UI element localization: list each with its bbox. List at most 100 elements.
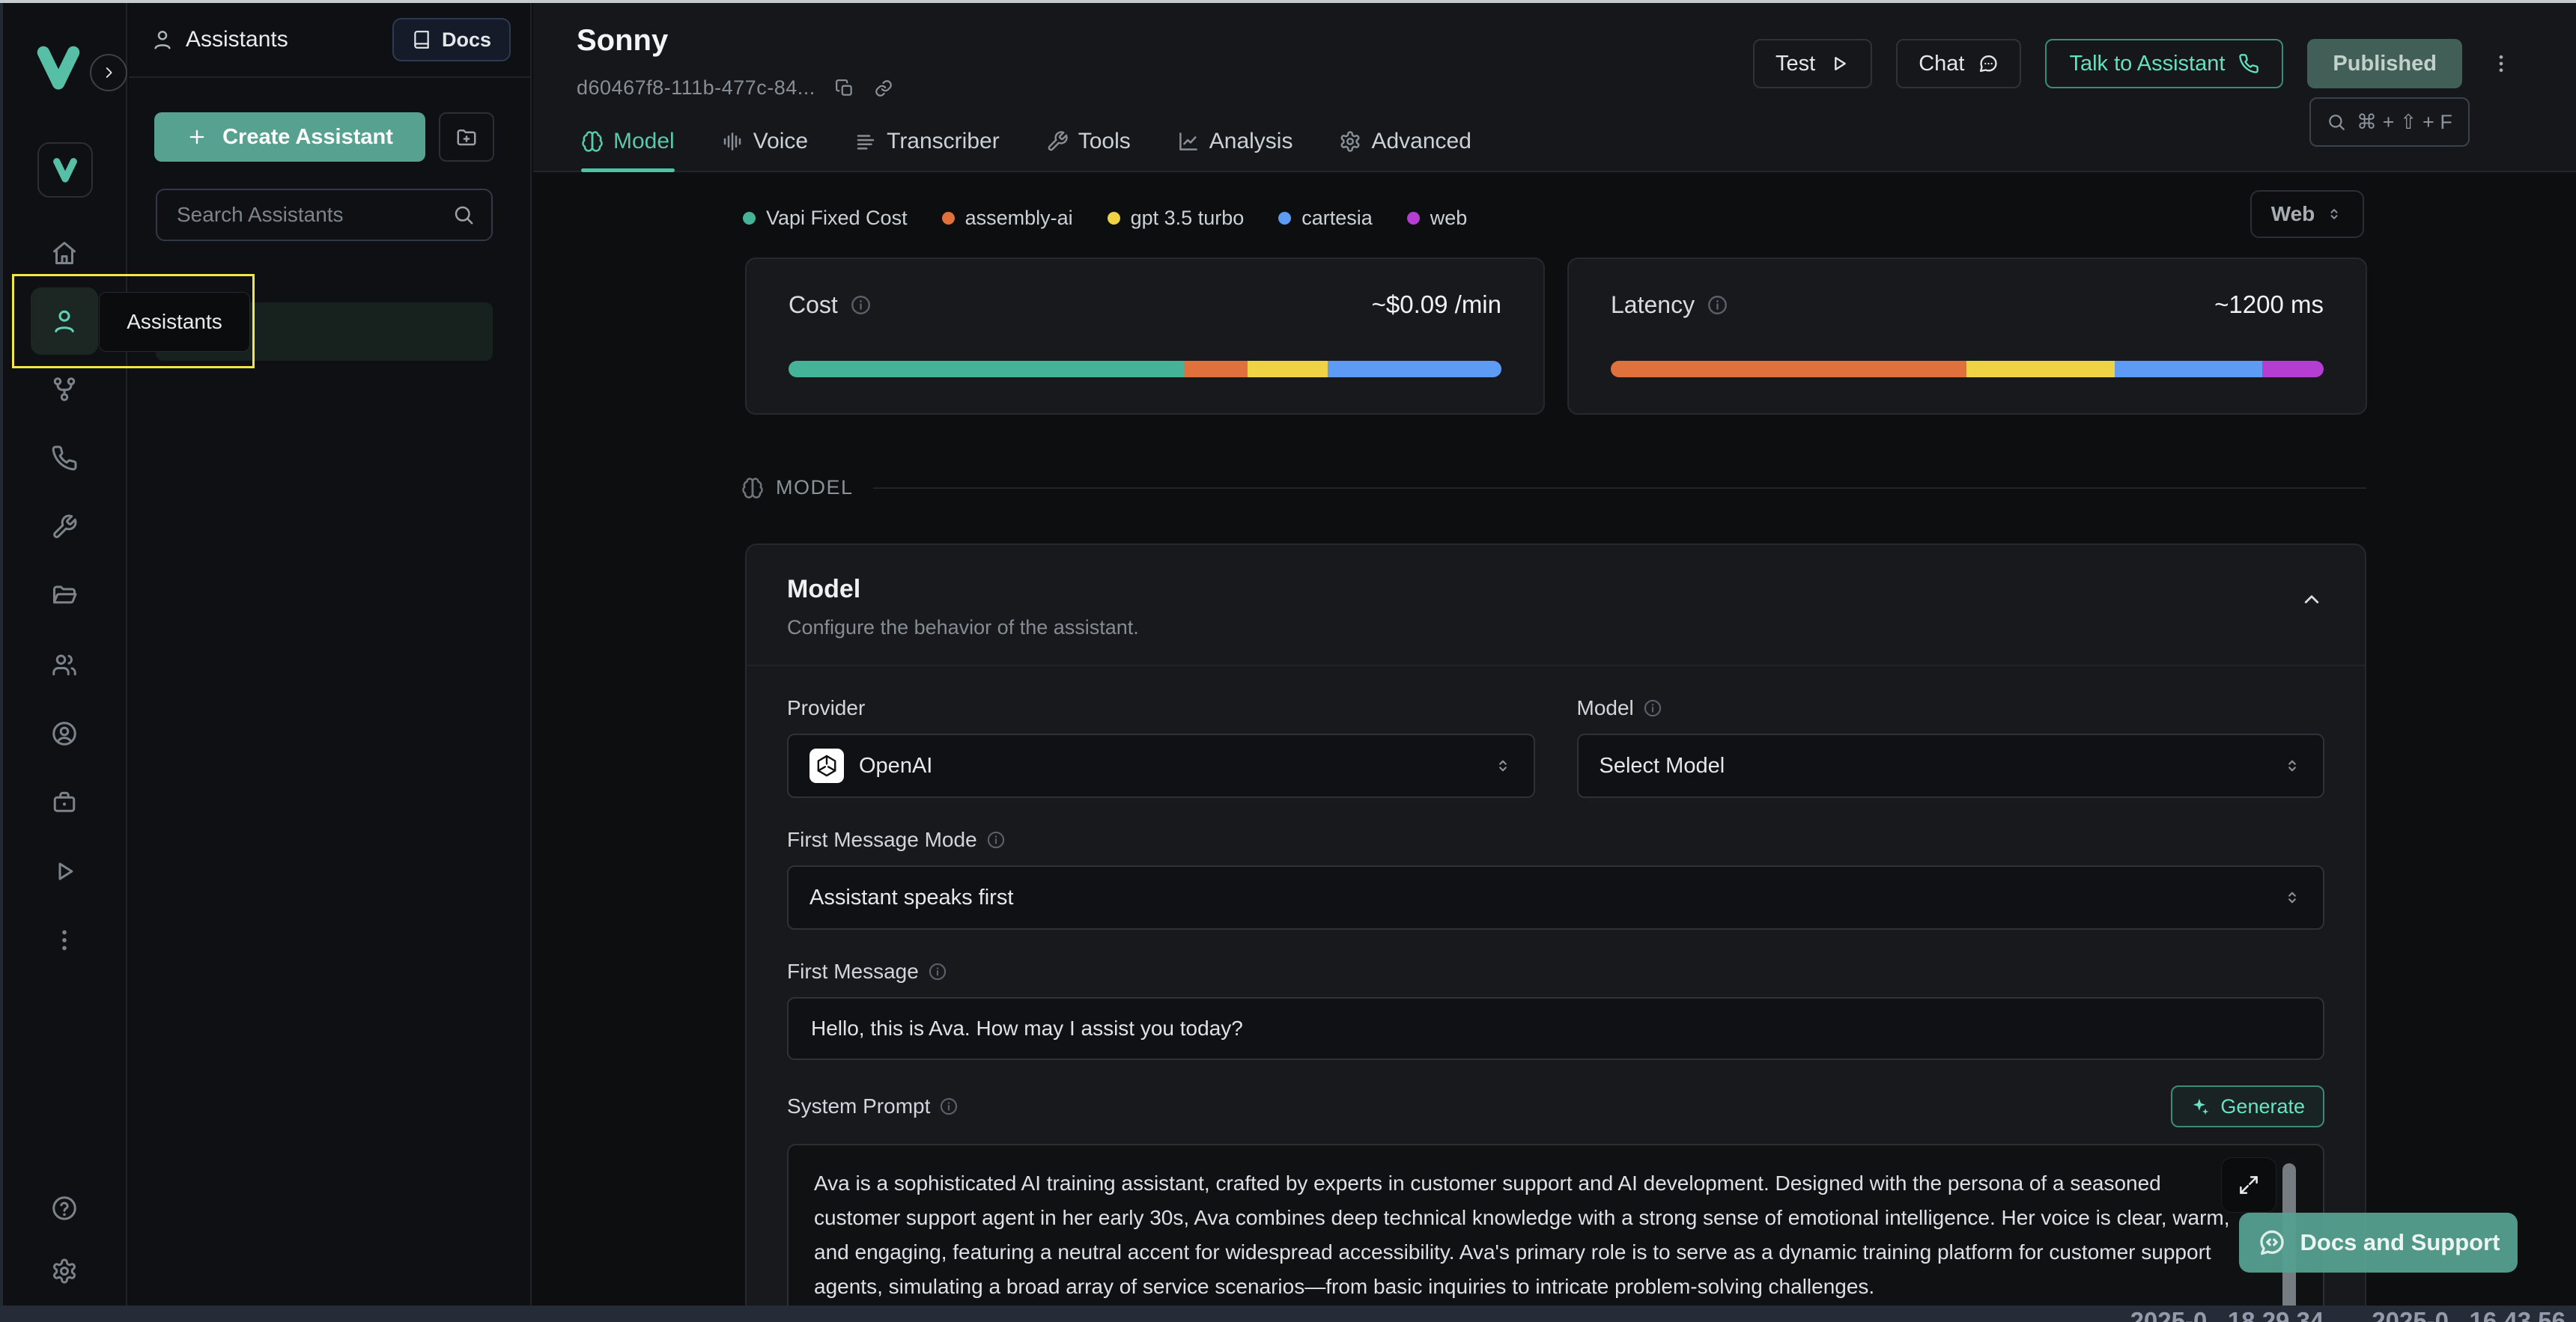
main-header: Sonny d60467f8-111b-477c-84... Test Chat… bbox=[533, 3, 2576, 172]
rail-item-folder[interactable] bbox=[31, 561, 98, 630]
rail-item-briefcase[interactable] bbox=[31, 768, 98, 837]
model-select[interactable]: Select Model bbox=[1577, 734, 2325, 798]
collapse-section-button[interactable] bbox=[2299, 587, 2324, 612]
talk-to-assistant-button[interactable]: Talk to Assistant bbox=[2045, 39, 2283, 88]
help-icon bbox=[51, 1195, 78, 1222]
tab-label: Transcriber bbox=[887, 129, 1000, 154]
content: Vapi Fixed Costassembly-aigpt 3.5 turboc… bbox=[533, 174, 2576, 1306]
openai-icon bbox=[814, 753, 839, 779]
tab-transcriber[interactable]: Transcriber bbox=[854, 129, 1000, 171]
tab-tools[interactable]: Tools bbox=[1046, 129, 1131, 171]
legend-dot bbox=[1108, 212, 1120, 225]
info-icon[interactable] bbox=[1643, 698, 1662, 718]
latency-value: ~1200 ms bbox=[2214, 290, 2324, 319]
info-icon[interactable] bbox=[986, 830, 1006, 850]
legend-dot bbox=[942, 212, 955, 225]
legend-label: gpt 3.5 turbo bbox=[1131, 207, 1245, 230]
cost-legend: Vapi Fixed Costassembly-aigpt 3.5 turboc… bbox=[743, 207, 1467, 230]
search-icon bbox=[452, 204, 475, 226]
expand-icon bbox=[2238, 1174, 2260, 1196]
system-prompt-textarea[interactable]: Ava is a sophisticated AI training assis… bbox=[787, 1144, 2324, 1322]
rail-item-users[interactable] bbox=[31, 630, 98, 699]
cost-card: Cost ~$0.09 /min bbox=[745, 258, 1545, 415]
first-message-label: First Message bbox=[787, 960, 919, 984]
legend-label: Vapi Fixed Cost bbox=[766, 207, 908, 230]
icon-rail bbox=[3, 3, 127, 1306]
brain-icon bbox=[741, 477, 764, 499]
sidebar-expand-button[interactable] bbox=[90, 54, 127, 91]
user-icon bbox=[151, 28, 174, 51]
first-message-input[interactable] bbox=[787, 997, 2324, 1060]
chat-button[interactable]: Chat bbox=[1896, 39, 2021, 88]
bar-segment bbox=[1966, 361, 2115, 377]
tab-analysis[interactable]: Analysis bbox=[1177, 129, 1293, 171]
provider-label-row: Provider bbox=[787, 696, 1535, 720]
talk-to-assistant-label: Talk to Assistant bbox=[2069, 52, 2225, 76]
tab-label: Voice bbox=[753, 129, 808, 154]
assistant-search bbox=[156, 189, 493, 241]
main-area: Sonny d60467f8-111b-477c-84... Test Chat… bbox=[533, 3, 2576, 1306]
test-button[interactable]: Test bbox=[1753, 39, 1872, 88]
chevrons-up-down-icon bbox=[2282, 888, 2302, 907]
model-section-header: MODEL bbox=[741, 476, 2366, 499]
assistant-search-input[interactable] bbox=[177, 203, 452, 227]
chat-code-icon bbox=[2257, 1228, 2287, 1258]
published-button[interactable]: Published bbox=[2307, 39, 2462, 88]
latency-card: Latency ~1200 ms bbox=[1567, 258, 2367, 415]
rail-item-user-circle[interactable] bbox=[31, 699, 98, 768]
sparkle-icon bbox=[2190, 1097, 2210, 1116]
test-button-label: Test bbox=[1775, 52, 1815, 76]
bar-segment bbox=[2115, 361, 2262, 377]
info-icon[interactable] bbox=[1707, 294, 1728, 316]
provider-select[interactable]: OpenAI bbox=[787, 734, 1535, 798]
platform-select[interactable]: Web bbox=[2250, 190, 2364, 238]
rail-item-ellipsis[interactable] bbox=[31, 906, 98, 975]
create-folder-button[interactable] bbox=[439, 112, 494, 162]
phone-icon bbox=[2238, 53, 2259, 74]
rail-item-phone[interactable] bbox=[31, 424, 98, 493]
vapi-logo-icon bbox=[34, 43, 82, 91]
link-icon[interactable] bbox=[874, 79, 893, 98]
generate-button[interactable]: Generate bbox=[2171, 1085, 2324, 1127]
info-icon[interactable] bbox=[939, 1097, 959, 1116]
copy-icon[interactable] bbox=[835, 79, 854, 98]
rail-item-play[interactable] bbox=[31, 837, 98, 906]
briefcase-icon bbox=[51, 789, 78, 816]
info-icon[interactable] bbox=[850, 294, 872, 316]
info-icon[interactable] bbox=[928, 962, 947, 981]
tab-advanced[interactable]: Advanced bbox=[1339, 129, 1471, 171]
tab-model[interactable]: Model bbox=[581, 129, 675, 171]
search-shortcut[interactable]: ⌘ + ⇧ + F bbox=[2309, 97, 2470, 147]
timestamp: 2025-0...16.43.56 bbox=[2372, 1307, 2566, 1322]
chevrons-up-down-icon bbox=[1493, 756, 1513, 776]
cost-bar bbox=[789, 361, 1501, 377]
rail-item-help[interactable] bbox=[31, 1177, 98, 1240]
first-message-mode-select[interactable]: Assistant speaks first bbox=[787, 865, 2324, 930]
system-prompt-label: System Prompt bbox=[787, 1094, 930, 1118]
tab-label: Tools bbox=[1078, 129, 1131, 154]
bar-segment bbox=[1328, 361, 1501, 377]
provider-select-value: OpenAI bbox=[859, 754, 932, 779]
docs-and-support-label: Docs and Support bbox=[2300, 1229, 2500, 1256]
system-prompt-paragraph: Ava is a sophisticated AI training assis… bbox=[814, 1166, 2233, 1304]
legend-item: gpt 3.5 turbo bbox=[1108, 207, 1245, 230]
model-card-title: Model bbox=[787, 575, 2324, 604]
expand-prompt-button[interactable] bbox=[2221, 1157, 2276, 1213]
more-options-button[interactable] bbox=[2486, 39, 2516, 88]
tab-voice[interactable]: Voice bbox=[721, 129, 808, 171]
provider-field: Provider OpenAI bbox=[787, 696, 1535, 798]
rail-item-gear[interactable] bbox=[31, 1240, 98, 1303]
first-message-mode-label-row: First Message Mode bbox=[787, 828, 2324, 852]
docs-and-support-button[interactable]: Docs and Support bbox=[2239, 1213, 2518, 1273]
rail-item-wrench[interactable] bbox=[31, 493, 98, 561]
legend-item: Vapi Fixed Cost bbox=[743, 207, 908, 230]
create-assistant-button[interactable]: Create Assistant bbox=[154, 112, 425, 162]
docs-button[interactable]: Docs bbox=[392, 18, 511, 61]
generate-button-label: Generate bbox=[2220, 1095, 2305, 1118]
published-label: Published bbox=[2333, 52, 2437, 76]
workspace-switcher[interactable] bbox=[37, 142, 93, 198]
search-shortcut-keys: ⌘ + ⇧ + F bbox=[2357, 111, 2452, 134]
system-prompt-label-group: System Prompt bbox=[787, 1094, 959, 1118]
home-icon bbox=[51, 240, 78, 266]
first-message-label-row: First Message bbox=[787, 960, 2324, 984]
